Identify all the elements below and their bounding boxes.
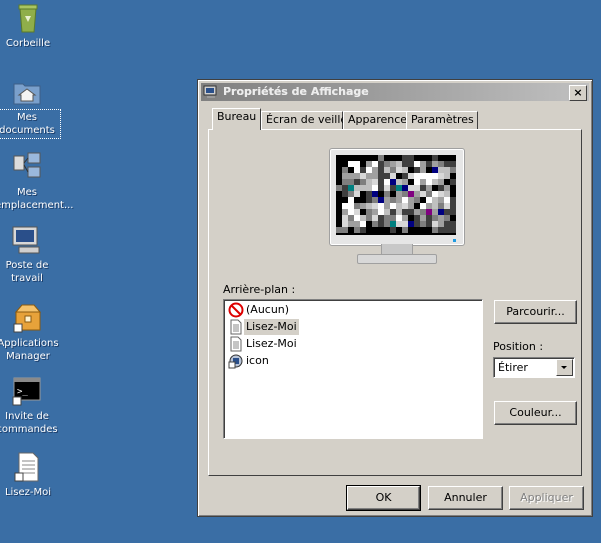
network-places-icon <box>11 151 43 183</box>
cancel-button-label: Annuler <box>444 491 487 504</box>
display-properties-dialog: Propriétés de Affichage × Bureau Écran d… <box>197 79 593 517</box>
apply-button[interactable]: Appliquer <box>509 486 584 510</box>
display-properties-icon <box>203 85 219 99</box>
applications-manager-icon <box>12 302 44 334</box>
desktop-icon-command-prompt[interactable]: >_ Invite de commandes <box>0 375 59 436</box>
monitor-preview <box>329 148 465 268</box>
cancel-button[interactable]: Annuler <box>428 486 503 510</box>
tab-panel-bureau: Arrière-plan : (Aucun) Lisez-Moi Lisez-M… <box>208 129 582 476</box>
monitor-screen-preview <box>336 155 456 235</box>
list-item-label: (Aucun) <box>246 303 290 316</box>
recycle-bin-icon <box>12 2 44 34</box>
monitor-base <box>357 254 437 264</box>
close-button[interactable]: × <box>569 85 587 101</box>
close-icon: × <box>573 86 583 99</box>
desktop-icon-network-places[interactable]: Mes emplacement... <box>0 151 74 212</box>
dialog-title: Propriétés de Affichage <box>223 85 369 98</box>
position-label: Position : <box>493 340 544 353</box>
desktop-icon-my-computer[interactable]: Poste de travail <box>0 224 59 285</box>
tab-appearance[interactable]: Apparence <box>343 111 408 129</box>
title-bar[interactable]: Propriétés de Affichage × <box>201 83 589 101</box>
tab-label: Apparence <box>348 113 408 126</box>
ok-button-label: OK <box>375 491 392 504</box>
command-prompt-icon: >_ <box>11 375 43 407</box>
desktop-icon-label: Lisez-Moi <box>4 487 52 498</box>
position-select[interactable]: Étirer <box>493 357 575 378</box>
desktop-icon-readme[interactable]: Lisez-Moi <box>0 451 60 499</box>
desktop-icon-label: Mes emplacement... <box>0 187 74 211</box>
desktop-icon-applications-manager[interactable]: Applications Manager <box>0 302 60 363</box>
background-listbox[interactable]: (Aucun) Lisez-Moi Lisez-Moi icon <box>223 299 483 439</box>
image-file-icon <box>228 353 244 369</box>
tab-bureau[interactable]: Bureau <box>212 108 261 130</box>
svg-text:>_: >_ <box>17 387 28 397</box>
desktop-icon-label: Mes documents <box>0 109 61 139</box>
desktop-icon-label: Poste de travail <box>5 260 49 284</box>
monitor-power-led <box>453 239 456 242</box>
tab-label: Bureau <box>217 110 257 123</box>
position-select-value: Étirer <box>498 361 528 374</box>
apply-button-label: Appliquer <box>520 491 573 504</box>
desktop-icon-label: Applications Manager <box>0 338 59 362</box>
desktop-icon-label: Corbeille <box>5 38 51 49</box>
tab-screensaver[interactable]: Écran de veille <box>261 111 347 129</box>
desktop-icon-recycle-bin[interactable]: Corbeille <box>0 2 60 50</box>
chevron-down-icon[interactable] <box>556 359 573 376</box>
my-computer-icon <box>11 224 43 256</box>
monitor-frame <box>329 148 465 246</box>
desktop-icon-label-text: Mes documents <box>0 112 55 136</box>
none-icon <box>228 302 244 318</box>
background-label: Arrière-plan : <box>223 283 296 296</box>
my-documents-icon <box>11 76 43 108</box>
ok-button[interactable]: OK <box>346 485 421 511</box>
text-file-icon <box>228 336 244 352</box>
color-button-label: Couleur... <box>509 406 562 419</box>
list-item-label: Lisez-Moi <box>246 337 297 350</box>
color-button[interactable]: Couleur... <box>494 401 577 425</box>
tab-label: Paramètres <box>411 113 474 126</box>
text-file-icon <box>228 319 244 335</box>
list-item-label: Lisez-Moi <box>244 319 299 335</box>
tab-label: Écran de veille <box>266 113 348 126</box>
browse-button[interactable]: Parcourir... <box>494 300 577 324</box>
list-item-label: icon <box>246 354 269 367</box>
desktop-icon-my-documents[interactable]: Mes documents <box>0 76 61 139</box>
tab-settings[interactable]: Paramètres <box>406 111 478 129</box>
text-file-icon <box>12 451 44 483</box>
desktop-icon-label: Invite de commandes <box>0 411 58 435</box>
browse-button-label: Parcourir... <box>506 305 565 318</box>
